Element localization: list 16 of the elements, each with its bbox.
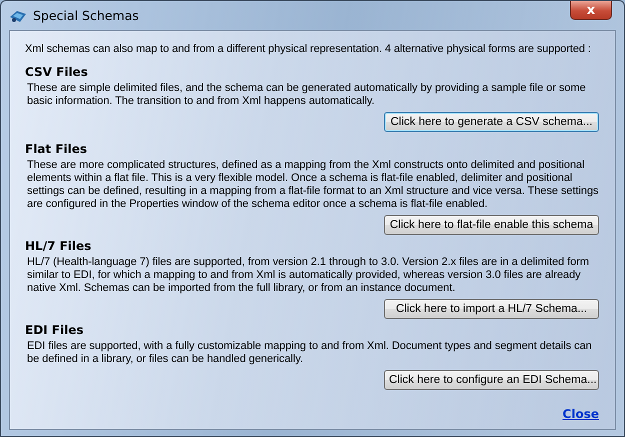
- section-heading: EDI Files: [25, 323, 84, 337]
- section-description: EDI files are supported, with a fully customizable mapping to and from Xml. Document types and segment details can be defined in a library, or files can be handled generically.: [27, 340, 593, 366]
- action-button[interactable]: Click here to flat-file enable this schema: [384, 215, 599, 235]
- section-heading: CSV Files: [25, 65, 88, 79]
- section-heading: HL/7 Files: [25, 239, 92, 253]
- action-button[interactable]: Click here to configure an EDI Schema...: [384, 370, 599, 390]
- section-description: These are more complicated structures, defined as a mapping from the Xml constructs onto delimited and positional elements within a flat file. This is a very flexible model. Once a schema is flat-file enabled, delimiter and positional settings can be defined, resulting in a mapping from a flat-file format to an Xml structure and vice versa. These settings are configured in the Properties window of the schema editor once a schema is flat-file enabled.: [27, 159, 600, 211]
- window-title: Special Schemas: [33, 8, 139, 23]
- intro-text: Xml schemas can also map to and from a different physical representation. 4 alternative physical forms are supported :: [25, 43, 592, 55]
- section-description: These are simple delimited files, and the schema can be generated automatically by providing a sample file or some basic information. The transition to and from Xml happens automatically.: [27, 82, 587, 108]
- action-button[interactable]: Click here to generate a CSV schema...: [384, 112, 599, 132]
- close-icon[interactable]: x: [570, 1, 612, 20]
- action-button[interactable]: Click here to import a HL/7 Schema...: [384, 299, 599, 319]
- section-heading: Flat Files: [25, 142, 88, 156]
- section-description: HL/7 (Health-language 7) files are supported, from version 2.1 through to 3.0. Version 2.x files are in a delimited form similar to EDI, for which a mapping to and from Xml is automatically provided, whereas version 3.0 files are already native Xml. Schemas can be imported from the full library, or from an instance document.: [27, 256, 590, 295]
- close-link[interactable]: Close: [562, 407, 599, 421]
